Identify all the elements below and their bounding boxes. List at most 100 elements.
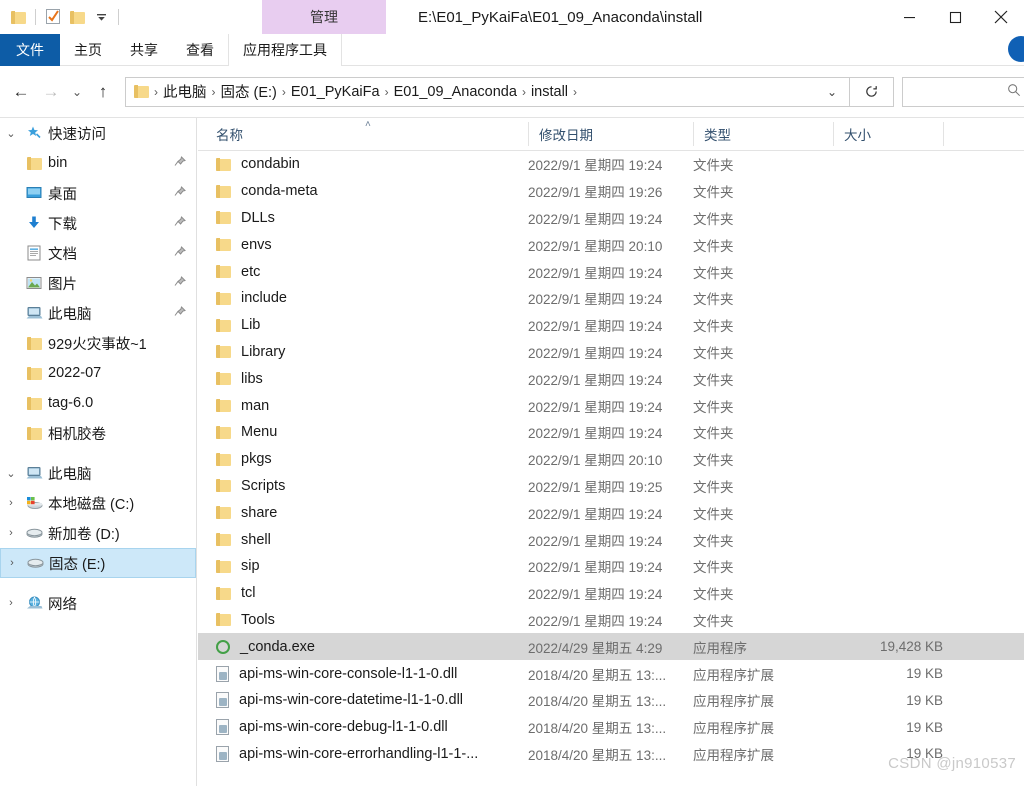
tab-view[interactable]: 查看 [172,34,228,66]
table-row[interactable]: sip 2022/9/1 星期四 19:24 文件夹 [198,553,1024,580]
file-name-cell[interactable]: libs [198,371,528,387]
file-name-cell[interactable]: share [198,505,528,521]
chevron-right-icon[interactable]: › [0,597,22,609]
search-input[interactable] [902,76,1024,107]
table-row[interactable]: Tools 2022/9/1 星期四 19:24 文件夹 [198,607,1024,634]
maximize-button[interactable] [932,0,978,34]
tab-file[interactable]: 文件 [0,34,60,66]
table-row[interactable]: tcl 2022/9/1 星期四 19:24 文件夹 [198,580,1024,607]
table-row[interactable]: shell 2022/9/1 星期四 19:24 文件夹 [198,526,1024,553]
forward-button[interactable]: → [36,77,66,107]
sidebar-item-2022-07[interactable]: · 2022-07 [0,358,196,388]
table-row[interactable]: _conda.exe 2022/4/29 星期五 4:29 应用程序 19,428 K… [198,633,1024,661]
up-button[interactable]: ↑ [88,77,118,107]
pin-icon[interactable] [174,155,186,171]
table-row[interactable]: api-ms-win-core-debug-l1-1-0.dll 2018/4/2… [198,714,1024,741]
breadcrumb-separator[interactable]: › [572,85,578,99]
table-row[interactable]: Library 2022/9/1 星期四 19:24 文件夹 [198,339,1024,366]
nav-section-this-pc[interactable]: ⌄ 此电脑 [0,458,196,488]
sidebar-item-pictures[interactable]: · 图片 [0,268,196,298]
chevron-down-icon[interactable]: ⌄ [819,85,845,99]
refresh-button[interactable] [850,76,894,107]
breadcrumb-item-this-pc[interactable]: 此电脑 [159,81,211,102]
table-row[interactable]: Scripts 2022/9/1 星期四 19:25 文件夹 [198,473,1024,500]
table-row[interactable]: share 2022/9/1 星期四 19:24 文件夹 [198,499,1024,526]
breadcrumb[interactable]: › 此电脑 › 固态 (E:) › E01_PyKaiFa › E01_09_A… [125,76,850,107]
file-name-cell[interactable]: api-ms-win-core-console-l1-1-0.dll [198,665,528,682]
tab-share[interactable]: 共享 [116,34,172,66]
sidebar-item-bin[interactable]: · bin [0,148,196,178]
file-name-cell[interactable]: api-ms-win-core-debug-l1-1-0.dll [198,719,528,736]
file-name-cell[interactable]: man [198,398,528,414]
new-folder-icon[interactable] [65,5,89,29]
column-header-date-modified[interactable]: 修改日期 [528,122,693,146]
table-row[interactable]: api-ms-win-core-console-l1-1-0.dll 2018/4… [198,660,1024,687]
column-header-name[interactable]: 名称 [198,122,528,146]
file-name-cell[interactable]: etc [198,264,528,280]
file-name-cell[interactable]: _conda.exe [198,639,528,655]
table-row[interactable]: libs 2022/9/1 星期四 19:24 文件夹 [198,365,1024,392]
chevron-right-icon[interactable]: › [0,497,22,509]
table-row[interactable]: DLLs 2022/9/1 星期四 19:24 文件夹 [198,205,1024,232]
pin-icon[interactable] [174,305,186,321]
tab-application-tools[interactable]: 应用程序工具 [228,34,342,66]
sidebar-item-ssd-e[interactable]: › 固态 (E:) [0,548,196,578]
breadcrumb-item-e01-pykaifa[interactable]: E01_PyKaiFa [287,84,384,100]
file-name-cell[interactable]: Library [198,344,528,360]
table-row[interactable]: Menu 2022/9/1 星期四 19:24 文件夹 [198,419,1024,446]
file-rows[interactable]: condabin 2022/9/1 星期四 19:24 文件夹 conda-meta 2… [198,151,1024,767]
file-name-cell[interactable]: shell [198,532,528,548]
file-list-pane[interactable]: 名称 修改日期 类型 大小 ˄ condabin 2022/9/1 星期四 19:… [198,118,1024,786]
sidebar-item-local-disk-c[interactable]: › 本地磁盘 (C:) [0,488,196,518]
table-row[interactable]: envs 2022/9/1 星期四 20:10 文件夹 [198,231,1024,258]
table-row[interactable]: api-ms-win-core-datetime-l1-1-0.dll 2018/… [198,687,1024,714]
nav-section-quick-access[interactable]: ⌄ 快速访问 [0,118,196,148]
file-name-cell[interactable]: Scripts [198,478,528,494]
breadcrumb-item-install[interactable]: install [527,84,572,100]
chevron-right-icon[interactable]: › [1,557,23,569]
pin-icon[interactable] [174,215,186,231]
pin-icon[interactable] [174,275,186,291]
table-row[interactable]: Lib 2022/9/1 星期四 19:24 文件夹 [198,312,1024,339]
file-name-cell[interactable]: include [198,290,528,306]
back-button[interactable]: ← [6,77,36,107]
recent-locations-button[interactable]: ⌄ [66,77,88,107]
table-row[interactable]: include 2022/9/1 星期四 19:24 文件夹 [198,285,1024,312]
pin-icon[interactable] [174,245,186,261]
tab-home[interactable]: 主页 [60,34,116,66]
close-button[interactable] [978,0,1024,34]
column-header-extra[interactable] [943,122,1003,146]
sidebar-item-documents[interactable]: · 文档 [0,238,196,268]
minimize-button[interactable] [886,0,932,34]
file-name-cell[interactable]: sip [198,558,528,574]
chevron-right-icon[interactable]: › [0,527,22,539]
file-name-cell[interactable]: api-ms-win-core-errorhandling-l1-1-... [198,745,528,762]
file-name-cell[interactable]: DLLs [198,210,528,226]
pin-icon[interactable] [174,185,186,201]
table-row[interactable]: condabin 2022/9/1 星期四 19:24 文件夹 [198,151,1024,178]
file-name-cell[interactable]: Lib [198,317,528,333]
sidebar-item-network[interactable]: › 网络 [0,588,196,618]
column-header-size[interactable]: 大小 [833,122,943,146]
sidebar-item-tag-6-0[interactable]: · tag-6.0 [0,388,196,418]
breadcrumb-item-drive-e[interactable]: 固态 (E:) [217,81,281,102]
customize-dropdown-icon[interactable] [89,5,113,29]
table-row[interactable]: man 2022/9/1 星期四 19:24 文件夹 [198,392,1024,419]
explorer-folder-icon[interactable] [6,5,30,29]
table-row[interactable]: api-ms-win-core-errorhandling-l1-1-... 20… [198,741,1024,768]
sidebar-item-camera-roll[interactable]: · 相机胶卷 [0,418,196,448]
sidebar-item-desktop[interactable]: · 桌面 [0,178,196,208]
properties-icon[interactable] [41,5,65,29]
breadcrumb-item-e01-09-anaconda[interactable]: E01_09_Anaconda [390,84,521,100]
sidebar-item-new-volume-d[interactable]: › 新加卷 (D:) [0,518,196,548]
table-row[interactable]: conda-meta 2022/9/1 星期四 19:26 文件夹 [198,178,1024,205]
file-name-cell[interactable]: conda-meta [198,183,528,199]
chevron-down-icon[interactable]: ⌄ [0,127,22,140]
file-name-cell[interactable]: api-ms-win-core-datetime-l1-1-0.dll [198,692,528,709]
file-name-cell[interactable]: tcl [198,585,528,601]
column-header-type[interactable]: 类型 [693,122,833,146]
file-name-cell[interactable]: pkgs [198,451,528,467]
sidebar-item-downloads[interactable]: · 下载 [0,208,196,238]
navigation-pane[interactable]: ⌄ 快速访问 · bin · 桌面 [0,118,197,786]
table-row[interactable]: pkgs 2022/9/1 星期四 20:10 文件夹 [198,446,1024,473]
